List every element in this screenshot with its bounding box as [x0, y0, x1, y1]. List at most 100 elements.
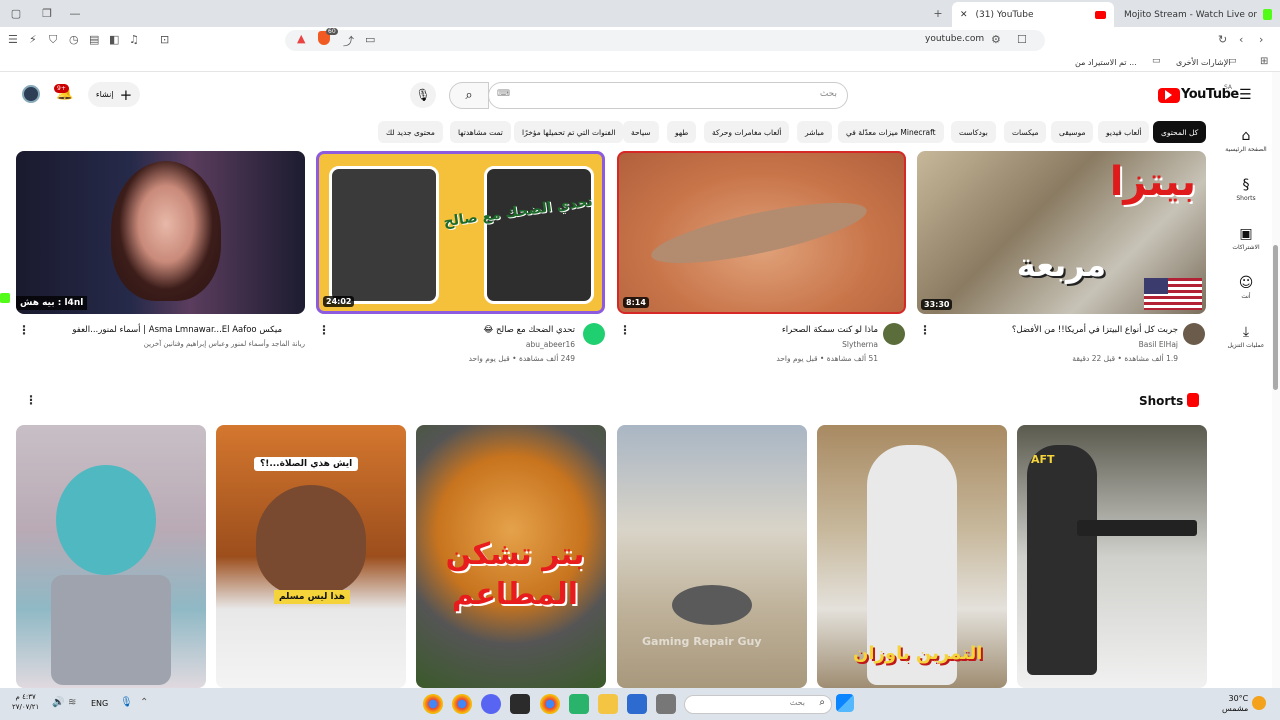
chip-mixes[interactable]: ميكسات [1004, 121, 1047, 143]
video-meta: 249 ألف مشاهدة • قبل يوم واحد [468, 354, 575, 363]
wallet-icon[interactable]: ⚡ [29, 33, 37, 46]
sidebar-item-home[interactable]: ⌂ الصفحة الرئيسية [1222, 128, 1270, 153]
weather-widget[interactable]: 30°C مشمس [1222, 694, 1248, 714]
reload-icon[interactable]: ↻ [1218, 33, 1227, 46]
screenshot-icon[interactable]: ⊡ [160, 33, 169, 46]
sidebar-item-shorts[interactable]: § Shorts [1222, 177, 1270, 202]
short-thumbnail[interactable]: التمرين باوزان [817, 425, 1007, 688]
address-bar[interactable]: ▲ 60 ⤴ ▭ youtube.com ⚙ ☐ [285, 28, 1045, 51]
tab-youtube[interactable]: ✕ (31) YouTube [952, 2, 1114, 27]
chip-watched[interactable]: تمت مشاهدتها [450, 121, 511, 143]
taskbar-search[interactable]: بحث ⌕ [684, 695, 832, 714]
keyboard-icon[interactable]: ⌨ [497, 89, 510, 99]
apps-icon[interactable]: ⊞ [1260, 56, 1268, 67]
shield-outline-icon[interactable]: ⛉ [49, 33, 57, 47]
cast-icon[interactable]: ▭ [365, 33, 375, 46]
forward-icon[interactable]: › [1259, 33, 1263, 46]
guide-menu-icon[interactable]: ☰ [1239, 87, 1252, 103]
sidebar-item-you[interactable]: ☺ أنت [1222, 275, 1270, 300]
minimize-icon[interactable]: — [68, 5, 82, 21]
video-thumbnail[interactable]: بيتزا مربعة 33:30 [917, 151, 1206, 314]
video-thumbnail[interactable]: بيه هش : l4nl [16, 151, 305, 314]
video-thumbnail[interactable]: تحدي الضحك مع صالح 24:02 [316, 151, 605, 314]
channel-avatar[interactable] [583, 323, 605, 345]
clock-icon[interactable]: ◷ [69, 33, 79, 46]
search-input[interactable]: ⌕ ⌨ بحث [449, 82, 848, 109]
more-options-icon[interactable]: ⋮ [25, 393, 37, 407]
bookmark-other[interactable]: الإشارات الأخرى [1176, 58, 1231, 67]
short-thumbnail[interactable]: AFT [1017, 425, 1207, 688]
video-title[interactable]: ماذا لو كنت سمكة الصحراء [782, 325, 878, 335]
sidebar-icon[interactable]: ◧ [109, 33, 119, 46]
chip-music[interactable]: موسيقى [1051, 121, 1094, 143]
more-options-icon[interactable]: ⋮ [318, 323, 330, 337]
create-button[interactable]: إنشاء + [88, 82, 140, 107]
tab-kick[interactable]: Mojito Stream - Watch Live on Kick [1116, 2, 1280, 27]
chip-new-to-you[interactable]: محتوى جديد لك [378, 121, 443, 143]
chrome-icon[interactable] [452, 694, 472, 714]
sidebar-toggle-icon[interactable]: ▢ [8, 5, 24, 21]
close-icon[interactable]: ✕ [960, 10, 968, 20]
chip-recently-uploaded[interactable]: الفنوات التي تم تحميلها مؤخرًا [514, 121, 624, 143]
language-indicator[interactable]: ENG [91, 699, 108, 708]
sidebar-item-label: الاشتراكات [1232, 244, 1260, 251]
video-title[interactable]: ميكس Asma Lmnawar...El Aafoo | أسماء لمن… [72, 325, 282, 335]
short-thumbnail[interactable]: بتر تشكن المطاعم [416, 425, 606, 688]
chip-action-adventure[interactable]: ألعاب مغامرات وحركة [704, 121, 790, 143]
restore-icon[interactable]: ❐ [40, 5, 54, 21]
music-icon[interactable]: ♫ [129, 33, 139, 46]
tire-image [672, 585, 752, 625]
chip-live[interactable]: مباشر [797, 121, 832, 143]
reading-list-icon[interactable]: ▤ [89, 33, 99, 46]
new-tab-icon[interactable]: + [932, 5, 944, 21]
video-title[interactable]: جربت كل أنواع البيتزا في أمريكا!! من الأ… [1012, 325, 1178, 335]
chrome-icon[interactable] [423, 694, 443, 714]
site-settings-icon[interactable]: ⚙ [991, 33, 1001, 46]
video-title[interactable]: تحدي الضحك مع صالح 😂 [483, 325, 575, 335]
wifi-icon[interactable]: ≋ [68, 697, 76, 708]
app-icon[interactable] [569, 694, 589, 714]
channel-name[interactable]: Slytherna [842, 340, 878, 349]
app-icon[interactable] [510, 694, 530, 714]
menu-icon[interactable]: ☰ [8, 33, 18, 46]
more-options-icon[interactable]: ⋮ [18, 323, 30, 337]
store-icon[interactable] [627, 694, 647, 714]
chip-cooking[interactable]: طهو [667, 121, 697, 143]
chrome-icon[interactable] [540, 694, 560, 714]
channel-name[interactable]: abu_abeer16 [526, 340, 575, 349]
more-options-icon[interactable]: ⋮ [619, 323, 631, 337]
short-thumbnail[interactable]: ايش هذي الصلاة...!؟ هذا ليس مسلم [216, 425, 406, 688]
share-icon[interactable]: ⤴ [343, 33, 354, 49]
chip-all[interactable]: كل المحتوى [1153, 121, 1207, 143]
chip-video-games[interactable]: ألعاب فيديو [1098, 121, 1150, 143]
windows-start-icon[interactable] [836, 694, 854, 712]
bookmark-imported[interactable]: تم الاستيراد من ... [1075, 58, 1137, 67]
channel-name[interactable]: Basil ElHaj [1139, 340, 1178, 349]
brave-rewards-icon[interactable]: ▲ [297, 32, 305, 45]
channel-avatar[interactable] [883, 323, 905, 345]
chevron-up-icon[interactable]: ⌃ [140, 697, 148, 708]
chip-tourism[interactable]: سياحة [623, 121, 659, 143]
file-explorer-icon[interactable] [598, 694, 618, 714]
search-button[interactable]: ⌕ [449, 82, 489, 109]
voice-search-icon[interactable]: 🎙 [410, 82, 436, 108]
video-thumbnail[interactable]: 8:14 [617, 151, 906, 314]
app-icon[interactable] [656, 694, 676, 714]
more-options-icon[interactable]: ⋮ [919, 323, 931, 337]
volume-icon[interactable]: 🔊 [52, 697, 64, 708]
sidebar-item-downloads[interactable]: ⤓ عمليات التنزيل [1222, 324, 1270, 349]
discord-icon[interactable] [481, 694, 501, 714]
home-icon: ⌂ [1241, 128, 1251, 144]
bookmark-icon[interactable]: ☐ [1017, 33, 1027, 46]
short-thumbnail[interactable] [16, 425, 206, 688]
channel-avatar[interactable] [1183, 323, 1205, 345]
clock[interactable]: ٤:٣٧ م ٢٧/٠٧/٢١ [12, 692, 39, 712]
scrollbar-thumb[interactable] [1273, 245, 1278, 390]
chip-podcasts[interactable]: بودكاست [951, 121, 996, 143]
account-avatar[interactable] [22, 85, 40, 103]
back-icon[interactable]: ‹ [1239, 33, 1243, 46]
microphone-icon[interactable]: 🎙 [120, 697, 133, 708]
sidebar-item-subscriptions[interactable]: ▣ الاشتراكات [1222, 226, 1270, 251]
chip-minecraft[interactable]: ميزات معدّلة في Minecraft [838, 121, 944, 143]
short-thumbnail[interactable]: Gaming Repair Guy [617, 425, 807, 688]
